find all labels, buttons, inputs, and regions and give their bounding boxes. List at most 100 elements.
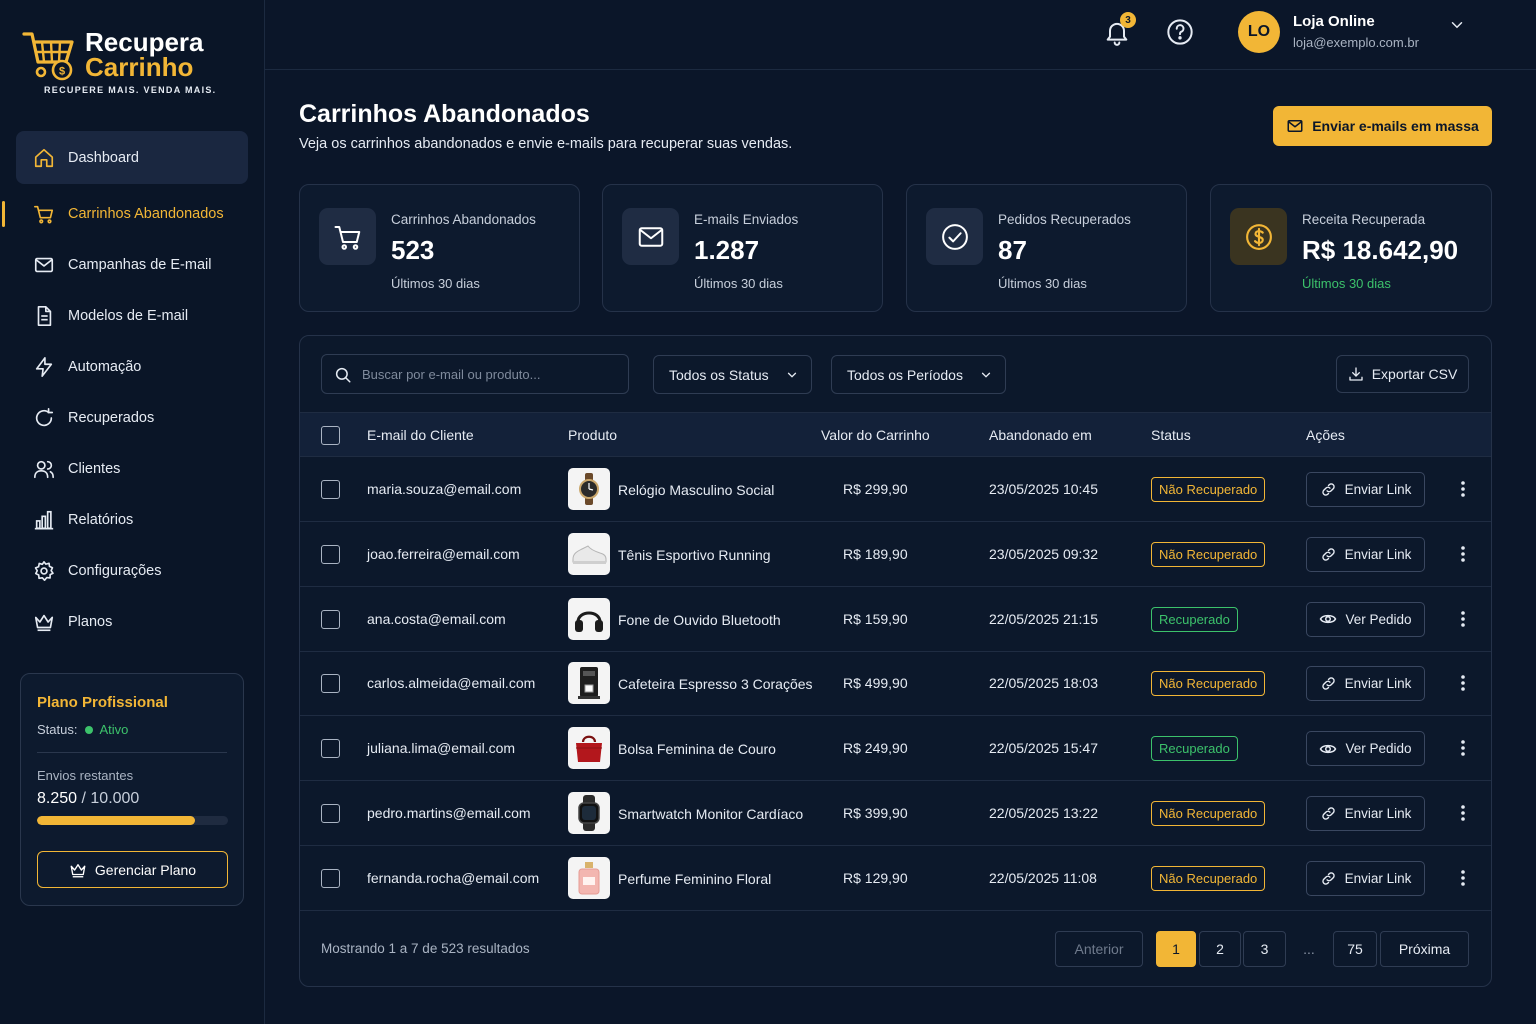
export-csv-label: Exportar CSV	[1371, 366, 1458, 382]
chevron-down-icon[interactable]	[1448, 16, 1466, 34]
sends-remaining-label: Envios restantes	[37, 768, 134, 783]
pagination-page-1[interactable]: 1	[1156, 931, 1196, 967]
row-checkbox[interactable]	[321, 674, 340, 694]
more-vertical-icon[interactable]	[1454, 609, 1472, 629]
pagination-next-button[interactable]: Próxima	[1380, 931, 1469, 967]
sneaker-thumb	[568, 532, 610, 575]
table-row[interactable]: joao.ferreira@email.com Tênis Esportivo R…	[300, 522, 1491, 587]
sends-used: 8.250	[37, 790, 78, 807]
sidebar-item-label: Automação	[68, 358, 142, 375]
users-icon	[34, 460, 54, 478]
row-checkbox[interactable]	[321, 609, 340, 629]
link-icon	[1321, 807, 1335, 820]
divider	[37, 752, 227, 753]
select-all-checkbox[interactable]	[321, 426, 340, 445]
stat-period: Últimos 30 dias	[1302, 276, 1391, 291]
sidebar-item-customers[interactable]: Clientes	[16, 443, 248, 494]
manage-plan-button[interactable]: Gerenciar Plano	[37, 851, 228, 888]
watch-thumb	[568, 468, 610, 510]
row-checkbox[interactable]	[321, 544, 340, 564]
column-header-email[interactable]: E-mail do Cliente	[367, 427, 474, 443]
column-header-cart-value[interactable]: Valor do Carrinho	[821, 427, 930, 443]
action-label: Enviar Link	[1344, 806, 1412, 821]
more-vertical-icon[interactable]	[1454, 868, 1472, 888]
export-csv-button[interactable]: Exportar CSV	[1336, 355, 1469, 393]
user-name[interactable]: Loja Online	[1293, 13, 1375, 30]
sidebar-item-reports[interactable]: Relatórios	[16, 494, 248, 545]
table-row[interactable]: ana.costa@email.com Fone de Ouvido Blueto…	[300, 587, 1491, 652]
column-header-product[interactable]: Produto	[568, 427, 617, 443]
pagination-page-3[interactable]: 3	[1243, 931, 1286, 967]
manage-plan-label: Gerenciar Plano	[94, 861, 197, 878]
brand-logo[interactable]: $ Recupera Carrinho RECUPERE MAIS. VENDA…	[22, 28, 252, 100]
table-row[interactable]: juliana.lima@email.com Bolsa Feminina de …	[300, 716, 1491, 782]
table-row[interactable]: fernanda.rocha@email.com Perfume Feminino…	[300, 846, 1491, 911]
period-filter-select[interactable]: Todos os Períodos	[831, 355, 1006, 394]
chevron-down-icon	[981, 372, 991, 378]
send-link-button[interactable]: Enviar Link	[1306, 666, 1425, 702]
cart-logo-icon: $	[22, 32, 74, 81]
cart-value: R$ 399,90	[843, 805, 908, 821]
product-name: Smartwatch Monitor Cardíaco	[618, 806, 804, 822]
product-name: Tênis Esportivo Running	[618, 546, 771, 563]
sidebar-item-label: Dashboard	[68, 149, 139, 166]
dollar-coin-icon	[1245, 223, 1272, 250]
row-checkbox[interactable]	[321, 739, 340, 759]
period-filter-value: Todos os Períodos	[847, 366, 963, 383]
customer-email: maria.souza@email.com	[367, 481, 522, 497]
sidebar: $ Recupera Carrinho RECUPERE MAIS. VENDA…	[0, 0, 265, 1024]
send-link-button[interactable]: Enviar Link	[1306, 860, 1425, 896]
eye-icon	[1320, 744, 1337, 753]
column-header-status[interactable]: Status	[1151, 427, 1191, 443]
send-link-button[interactable]: Enviar Link	[1306, 536, 1425, 572]
table-row[interactable]: carlos.almeida@email.com Cafeteira Espres…	[300, 651, 1491, 717]
link-icon	[1321, 548, 1335, 561]
pagination-prev-button[interactable]: Anterior	[1055, 931, 1143, 967]
send-link-button[interactable]: Enviar Link	[1306, 472, 1425, 507]
table-row[interactable]: maria.souza@email.com Relógio Masculino S…	[300, 457, 1491, 522]
column-header-abandoned-at[interactable]: Abandonado em	[989, 427, 1092, 443]
send-mass-email-button[interactable]: Enviar e-mails em massa	[1273, 106, 1492, 146]
abandoned-date: 23/05/2025 10:45	[989, 481, 1098, 497]
more-vertical-icon[interactable]	[1454, 544, 1472, 564]
product-name: Relógio Masculino Social	[618, 482, 775, 498]
brand-tagline: RECUPERE MAIS. VENDA MAIS.	[44, 85, 217, 95]
help-icon[interactable]	[1166, 18, 1194, 46]
sidebar-item-abandoned-carts[interactable]: Carrinhos Abandonados	[2, 188, 248, 239]
more-vertical-icon[interactable]	[1454, 479, 1472, 499]
link-icon	[1321, 677, 1335, 691]
view-order-button[interactable]: Ver Pedido	[1306, 601, 1425, 637]
status-badge: Não Recuperado	[1151, 477, 1266, 502]
avatar[interactable]: LO	[1238, 11, 1280, 53]
sidebar-item-automation[interactable]: Automação	[16, 341, 248, 392]
more-vertical-icon[interactable]	[1454, 738, 1472, 758]
sidebar-item-recovered[interactable]: Recuperados	[16, 392, 248, 443]
pagination-page-last[interactable]: 75	[1333, 931, 1377, 967]
search-input[interactable]	[362, 366, 612, 382]
plan-status: Status: Ativo	[37, 722, 128, 737]
status-filter-select[interactable]: Todos os Status	[653, 355, 812, 394]
coffee-maker-thumb	[568, 662, 610, 705]
stat-icon-box	[622, 208, 679, 265]
sidebar-item-dashboard[interactable]: Dashboard	[16, 131, 248, 184]
view-order-button[interactable]: Ver Pedido	[1306, 731, 1425, 767]
sends-total: / 10.000	[81, 790, 140, 807]
table-row[interactable]: pedro.martins@email.com Smartwatch Monito…	[300, 781, 1491, 846]
row-checkbox[interactable]	[321, 480, 340, 499]
sidebar-item-settings[interactable]: Configurações	[16, 545, 248, 596]
sidebar-item-label: Modelos de E-mail	[68, 307, 189, 324]
sidebar-item-label: Campanhas de E-mail	[68, 256, 212, 273]
crown-icon	[34, 614, 54, 631]
sidebar-item-label: Clientes	[68, 460, 121, 477]
more-vertical-icon[interactable]	[1454, 673, 1472, 693]
stat-label: E-mails Enviados	[694, 212, 799, 227]
more-vertical-icon[interactable]	[1454, 803, 1472, 823]
row-checkbox[interactable]	[321, 868, 340, 888]
send-link-button[interactable]: Enviar Link	[1306, 796, 1425, 831]
row-checkbox[interactable]	[321, 804, 340, 823]
search-field[interactable]	[321, 354, 629, 394]
pagination-page-2[interactable]: 2	[1199, 931, 1241, 967]
sidebar-item-email-templates[interactable]: Modelos de E-mail	[16, 290, 248, 341]
sidebar-item-email-campaigns[interactable]: Campanhas de E-mail	[16, 239, 248, 290]
sidebar-item-plans[interactable]: Planos	[16, 596, 248, 647]
